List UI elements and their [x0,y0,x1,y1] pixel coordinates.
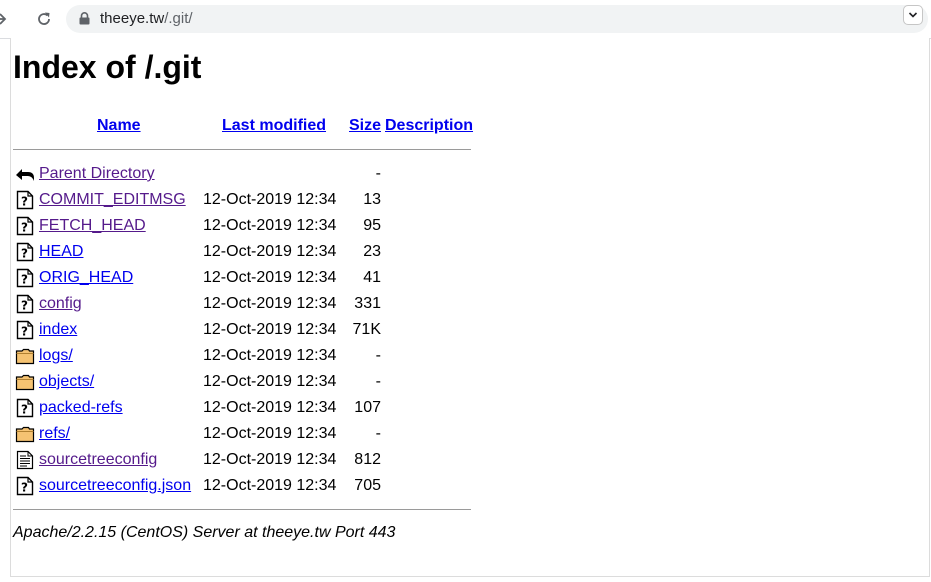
modified-cell: 12-Oct-2019 12:34 [203,243,337,260]
unknown-file-icon: ? [15,268,35,288]
size-cell: 812 [354,451,381,468]
file-link[interactable]: sourcetreeconfig [39,451,157,469]
file-row: ? ORIG_HEAD 12-Oct-2019 12:34 41 [13,267,483,289]
file-link[interactable]: COMMIT_EDITMSG [39,191,186,209]
text-file-icon [15,450,35,470]
modified-cell: 12-Oct-2019 12:34 [203,269,337,286]
page-viewport: Index of /.git Name Last modified Size D… [10,38,930,577]
file-link[interactable]: HEAD [39,243,83,261]
modified-cell: 12-Oct-2019 12:34 [203,451,337,468]
svg-text:?: ? [21,273,28,287]
file-row: ? index 12-Oct-2019 12:34 71K [13,319,483,341]
svg-text:?: ? [21,247,28,261]
svg-text:?: ? [21,221,28,235]
svg-text:?: ? [21,481,28,495]
file-link[interactable]: FETCH_HEAD [39,217,146,235]
unknown-file-icon: ? [15,216,35,236]
file-link[interactable]: index [39,321,77,339]
file-link[interactable]: refs/ [39,425,70,443]
chevron-down-icon [908,12,918,18]
file-row: ? COMMIT_EDITMSG 12-Oct-2019 12:34 13 [13,189,483,211]
unknown-file-icon: ? [15,294,35,314]
unknown-file-icon: ? [15,398,35,418]
file-link[interactable]: sourcetreeconfig.json [39,477,191,495]
file-row: ? config 12-Oct-2019 12:34 331 [13,293,483,315]
size-cell: 705 [354,477,381,494]
folder-icon [15,346,35,366]
column-header-description[interactable]: Description [385,117,473,135]
file-link[interactable]: objects/ [39,373,94,391]
size-cell: 107 [354,399,381,416]
file-row: refs/12-Oct-2019 12:34 - [13,423,483,445]
modified-cell: 12-Oct-2019 12:34 [203,347,337,364]
footer-divider [13,509,471,510]
file-row: objects/12-Oct-2019 12:34 - [13,371,483,393]
svg-text:?: ? [21,195,28,209]
svg-text:?: ? [21,325,28,339]
unknown-file-icon: ? [15,476,35,496]
file-row: ? sourcetreeconfig.json 12-Oct-2019 12:34 7… [13,475,483,497]
unknown-file-icon: ? [15,242,35,262]
size-cell: - [375,165,381,182]
folder-icon [15,424,35,444]
url-path: /.git/ [164,10,193,27]
address-bar[interactable]: theeye.tw/.git/ [66,5,928,33]
file-link[interactable]: logs/ [39,347,73,365]
column-header-name[interactable]: Name [97,117,141,135]
file-link[interactable]: ORIG_HEAD [39,269,133,287]
modified-cell: 12-Oct-2019 12:34 [203,321,337,338]
column-header-last-modified[interactable]: Last modified [222,117,326,135]
size-cell: 13 [363,191,381,208]
size-cell: - [375,347,381,364]
modified-cell: 12-Oct-2019 12:34 [203,477,337,494]
folder-icon [15,372,35,392]
modified-cell: 12-Oct-2019 12:34 [203,217,337,234]
file-row: ? packed-refs 12-Oct-2019 12:34 107 [13,397,483,419]
url-text[interactable]: theeye.tw/.git/ [100,10,193,28]
size-cell: 71K [352,321,381,338]
browser-toolbar: theeye.tw/.git/ [0,0,931,39]
modified-cell: 12-Oct-2019 12:34 [203,191,337,208]
size-cell: - [375,373,381,390]
svg-text:?: ? [21,299,28,313]
modified-cell: 12-Oct-2019 12:34 [203,399,337,416]
file-row: logs/12-Oct-2019 12:34 - [13,345,483,367]
file-row: ? FETCH_HEAD 12-Oct-2019 12:34 95 [13,215,483,237]
unknown-file-icon: ? [15,320,35,340]
modified-cell: 12-Oct-2019 12:34 [203,295,337,312]
parent-directory-link[interactable]: Parent Directory [39,165,155,183]
page-title: Index of /.git [13,49,202,85]
size-cell: - [375,425,381,442]
file-row: ? HEAD 12-Oct-2019 12:34 23 [13,241,483,263]
file-row: sourcetreeconfig 12-Oct-2019 12:34 812 [13,449,483,471]
back-arrow-icon [15,164,35,184]
size-cell: 41 [363,269,381,286]
size-cell: 95 [363,217,381,234]
parent-directory-row: Parent Directory - [13,163,483,185]
lock-icon [79,12,90,25]
unknown-file-icon: ? [15,190,35,210]
server-signature: Apache/2.2.15 (CentOS) Server at theeye.… [13,524,396,541]
url-host: theeye.tw [100,10,165,27]
reload-icon[interactable] [34,9,54,29]
file-link[interactable]: config [39,295,82,313]
modified-cell: 12-Oct-2019 12:34 [203,425,337,442]
size-cell: 23 [363,243,381,260]
tab-menu-button[interactable] [903,5,923,25]
svg-text:?: ? [21,403,28,417]
column-header-size[interactable]: Size [349,117,381,135]
size-cell: 331 [354,295,381,312]
modified-cell: 12-Oct-2019 12:34 [203,373,337,390]
file-link[interactable]: packed-refs [39,399,123,417]
forward-arrow-icon[interactable] [0,9,14,29]
header-divider [13,149,471,150]
